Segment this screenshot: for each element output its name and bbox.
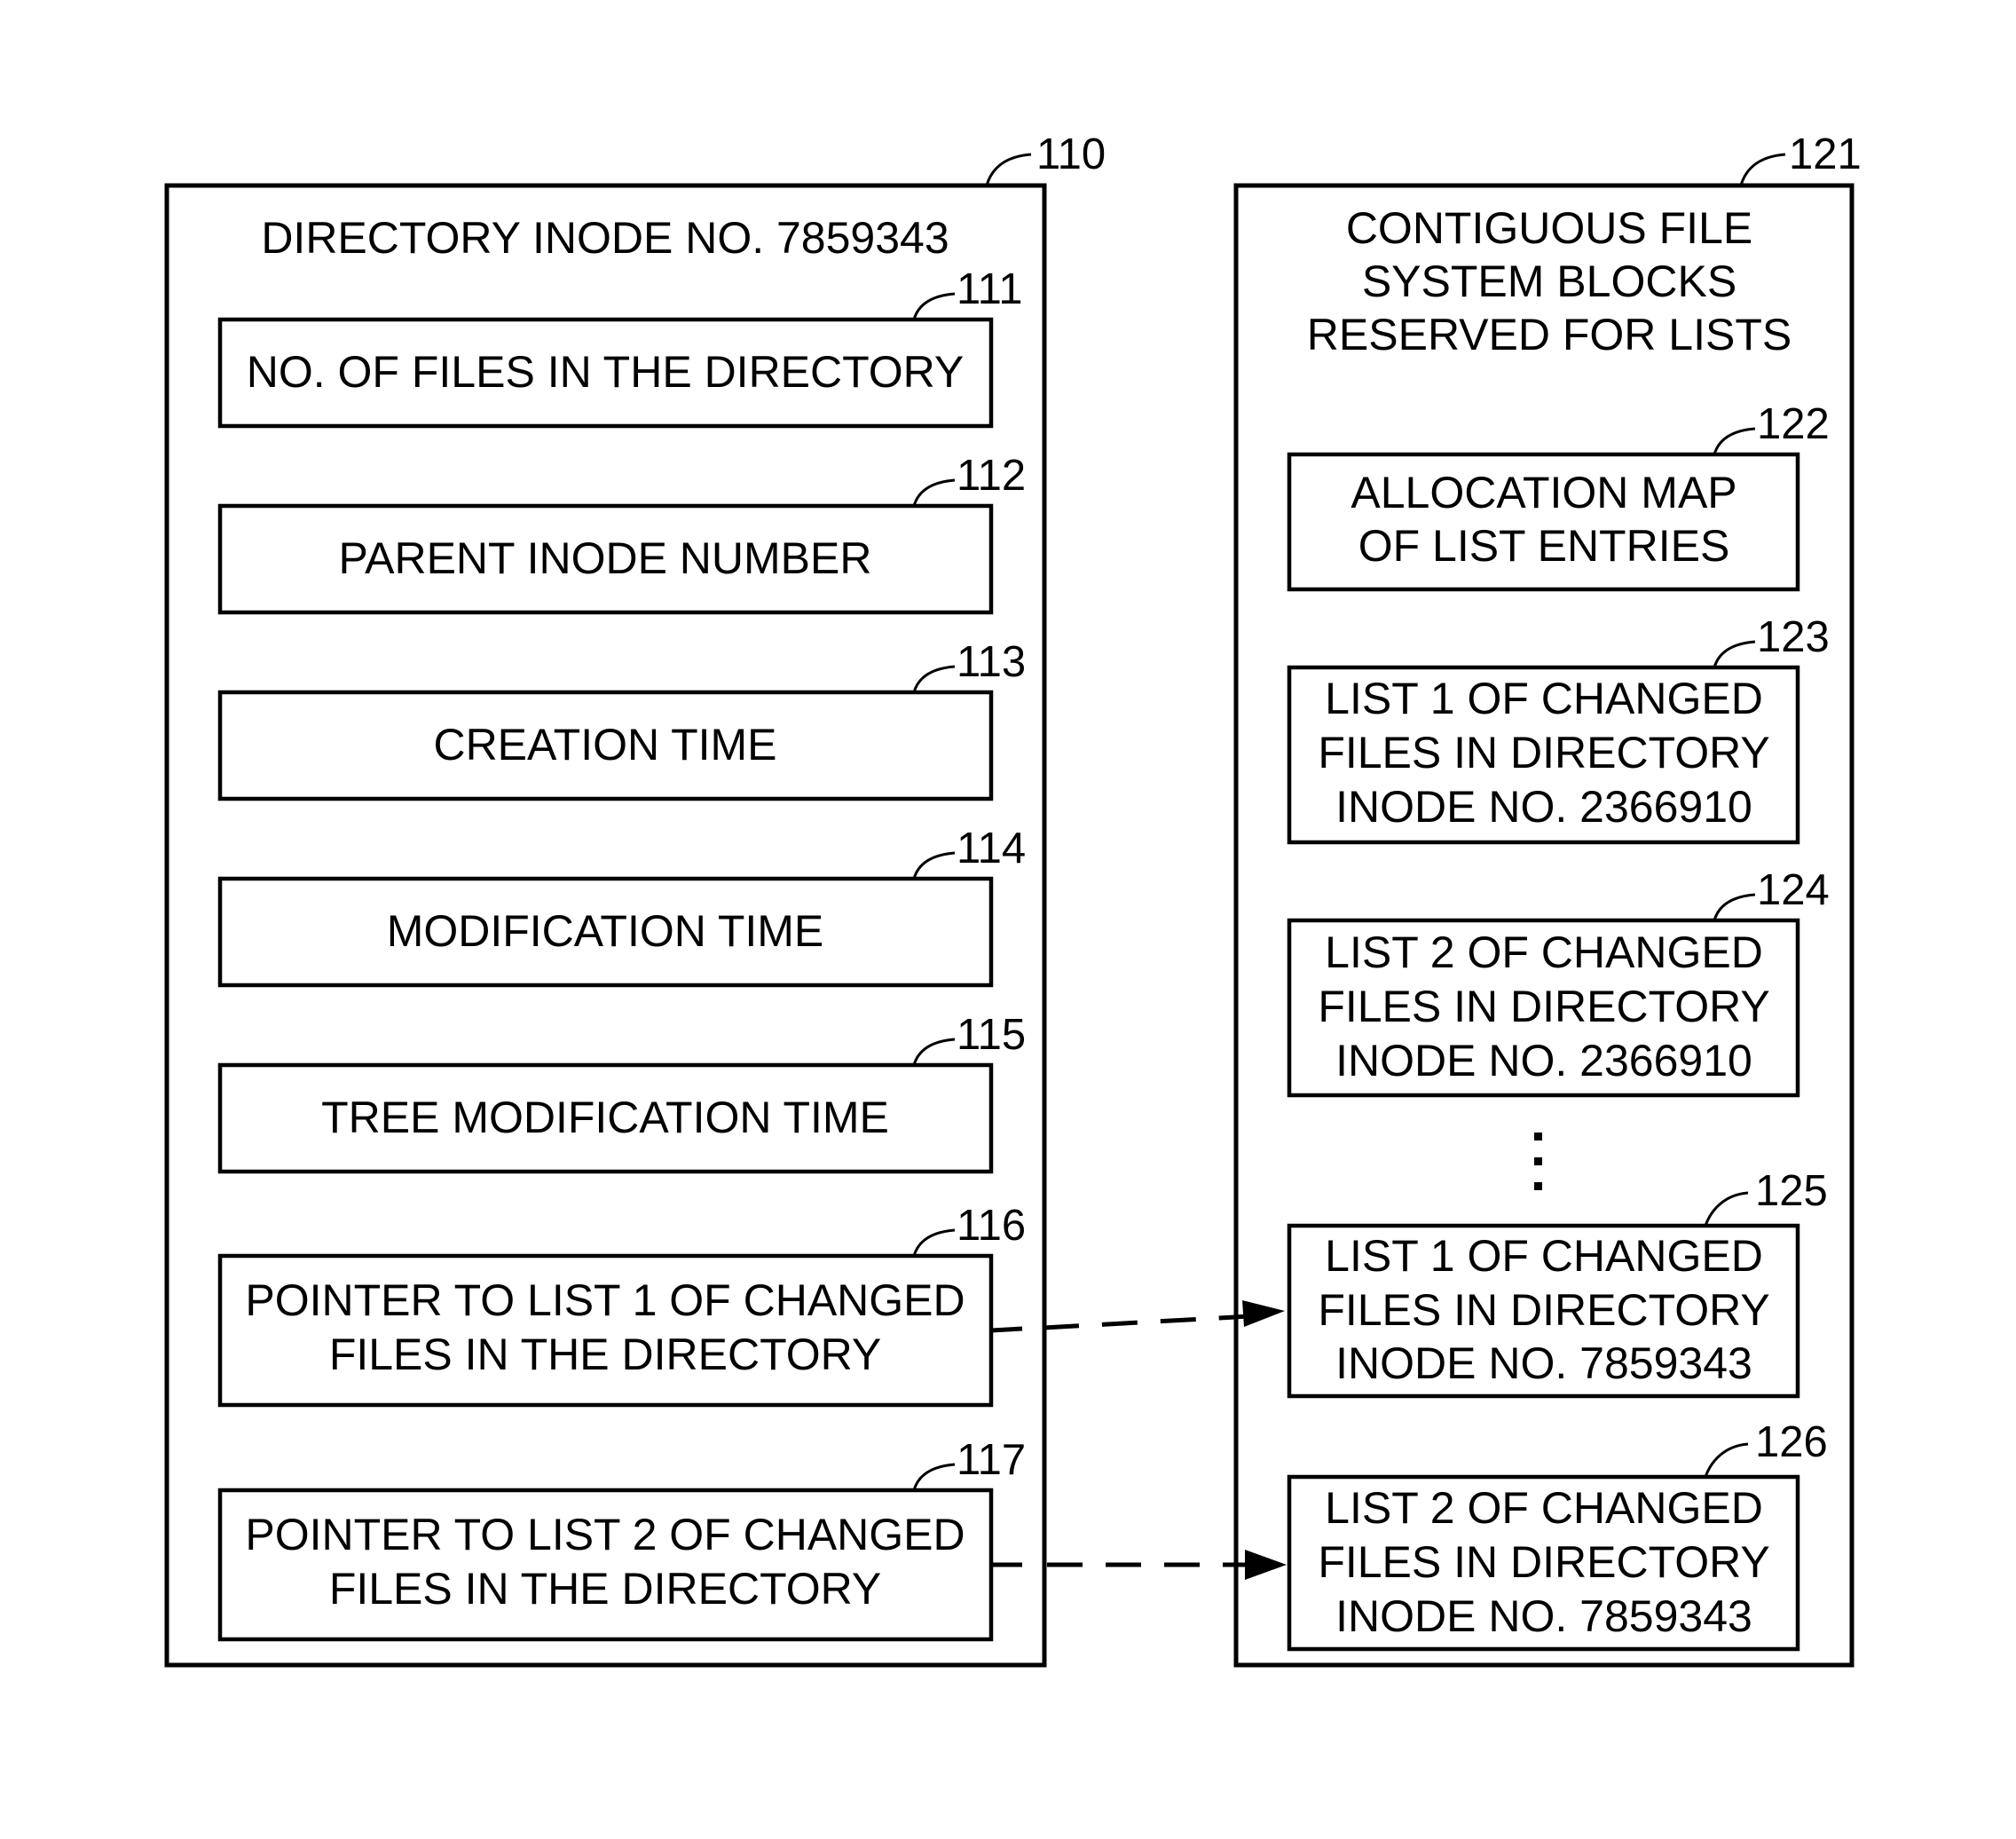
- field-file-count: 111 NO. OF FILES IN THE DIRECTORY: [217, 265, 1022, 429]
- field-creation-time: 113 CREATION TIME: [217, 638, 1026, 801]
- block-label-line-3: INODE NO. 2366910: [1335, 1036, 1752, 1085]
- block-label-line-2: FILES IN DIRECTORY: [1318, 728, 1769, 777]
- ref-label-124: 124: [1757, 866, 1830, 914]
- block-label-line-2: FILES IN DIRECTORY: [1318, 1285, 1769, 1335]
- reserved-blocks-title-line-1: CONTIGUOUS FILE: [1346, 203, 1752, 253]
- ref-leader-110: [985, 153, 1032, 186]
- block-label-line-3: INODE NO. 2366910: [1335, 782, 1752, 832]
- ref-label-122: 122: [1757, 400, 1830, 448]
- block-label-line-2: FILES IN DIRECTORY: [1318, 1537, 1769, 1587]
- ref-label-123: 123: [1757, 613, 1830, 661]
- ref-label-111: 111: [957, 265, 1022, 313]
- field-label-line-2: FILES IN THE DIRECTORY: [329, 1330, 881, 1379]
- arrowhead-icon: [1242, 1300, 1285, 1327]
- ref-leader-121: [1739, 153, 1786, 186]
- block-label-line-3: INODE NO. 7859343: [1335, 1338, 1752, 1388]
- block-label-line-1: LIST 1 OF CHANGED: [1325, 674, 1763, 723]
- block-list-1-inode-2366910: 123 LIST 1 OF CHANGED FILES IN DIRECTORY…: [1287, 613, 1830, 845]
- pointer-arrow-117-to-126: [991, 1550, 1287, 1580]
- field-label: NO. OF FILES IN THE DIRECTORY: [247, 347, 964, 397]
- arrowhead-icon: [1245, 1550, 1287, 1580]
- vertical-ellipsis-icon: [1534, 1133, 1542, 1190]
- block-label-line-1: LIST 2 OF CHANGED: [1325, 927, 1763, 977]
- ref-label-112: 112: [957, 452, 1026, 500]
- ref-label-114: 114: [957, 825, 1026, 872]
- block-label-line-1: ALLOCATION MAP: [1351, 468, 1736, 517]
- field-label-line-1: POINTER TO LIST 1 OF CHANGED: [245, 1275, 965, 1325]
- block-list-2-inode-2366910: 124 LIST 2 OF CHANGED FILES IN DIRECTORY…: [1287, 866, 1830, 1098]
- reserved-blocks-panel: 121 CONTIGUOUS FILE SYSTEM BLOCKS RESERV…: [1233, 130, 1862, 1668]
- block-label-line-2: FILES IN DIRECTORY: [1318, 982, 1769, 1031]
- ref-label-126: 126: [1755, 1418, 1828, 1466]
- directory-inode-panel: 110 DIRECTORY INODE NO. 7859343 111 NO. …: [164, 130, 1106, 1668]
- block-label-line-1: LIST 2 OF CHANGED: [1325, 1483, 1763, 1533]
- field-parent-inode: 112 PARENT INODE NUMBER: [217, 452, 1026, 615]
- ref-label-115: 115: [957, 1011, 1026, 1059]
- ref-label-110: 110: [1036, 130, 1106, 178]
- inode-diagram: 110 DIRECTORY INODE NO. 7859343 111 NO. …: [164, 130, 1862, 1668]
- ref-label-125: 125: [1755, 1167, 1828, 1215]
- field-label-line-1: POINTER TO LIST 2 OF CHANGED: [245, 1510, 965, 1559]
- field-pointer-list-2: 117 POINTER TO LIST 2 OF CHANGED FILES I…: [217, 1436, 1026, 1642]
- ref-label-113: 113: [957, 638, 1026, 686]
- field-tree-modification-time: 115 TREE MODIFICATION TIME: [217, 1011, 1026, 1174]
- block-allocation-map: 122 ALLOCATION MAP OF LIST ENTRIES: [1287, 400, 1830, 592]
- ref-label-121: 121: [1789, 130, 1862, 178]
- field-label: MODIFICATION TIME: [387, 906, 824, 956]
- block-list-2-inode-7859343: 126 LIST 2 OF CHANGED FILES IN DIRECTORY…: [1287, 1418, 1828, 1652]
- field-label-line-2: FILES IN THE DIRECTORY: [329, 1564, 881, 1614]
- directory-inode-title: DIRECTORY INODE NO. 7859343: [261, 213, 949, 263]
- pointer-arrow-116-to-125: [990, 1300, 1285, 1333]
- ref-label-117: 117: [957, 1436, 1026, 1484]
- reserved-blocks-title-line-3: RESERVED FOR LISTS: [1307, 310, 1792, 359]
- field-label: TREE MODIFICATION TIME: [321, 1093, 889, 1142]
- ref-label-116: 116: [957, 1202, 1026, 1250]
- field-label: CREATION TIME: [433, 720, 776, 770]
- block-label-line-1: LIST 1 OF CHANGED: [1325, 1231, 1763, 1281]
- block-list-1-inode-7859343: 125 LIST 1 OF CHANGED FILES IN DIRECTORY…: [1287, 1167, 1828, 1399]
- field-label: PARENT INODE NUMBER: [338, 533, 871, 583]
- block-label-line-2: OF LIST ENTRIES: [1358, 521, 1730, 571]
- field-pointer-list-1: 116 POINTER TO LIST 1 OF CHANGED FILES I…: [217, 1202, 1026, 1408]
- reserved-blocks-title-line-2: SYSTEM BLOCKS: [1362, 257, 1736, 306]
- block-label-line-3: INODE NO. 7859343: [1335, 1591, 1752, 1641]
- field-modification-time: 114 MODIFICATION TIME: [217, 825, 1026, 988]
